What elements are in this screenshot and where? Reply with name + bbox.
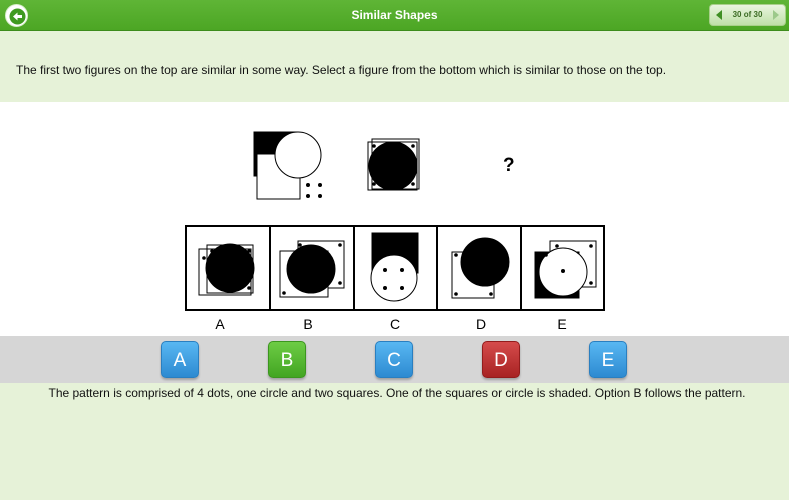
missing-figure-mark: ? <box>503 155 515 176</box>
answer-button-b[interactable]: B <box>268 341 306 378</box>
option-figure-d[interactable] <box>451 237 510 299</box>
option-figure-c[interactable] <box>370 232 419 302</box>
page-title: Similar Shapes <box>351 8 438 22</box>
option-label-e: E <box>557 316 566 332</box>
answer-button-a[interactable]: A <box>161 341 199 378</box>
question-panel: The first two figures on the top are sim… <box>0 32 789 102</box>
question-text: The first two figures on the top are sim… <box>16 63 667 77</box>
answer-bar: A B C D E <box>0 336 789 383</box>
option-figure-b[interactable] <box>279 240 345 298</box>
previous-question-button[interactable] <box>710 5 728 25</box>
top-figure-1 <box>253 131 322 200</box>
option-label-a: A <box>215 316 225 332</box>
option-label-d: D <box>476 316 486 332</box>
top-figure-2 <box>367 138 420 191</box>
puzzle-figures: ? A B C D E <box>185 131 605 332</box>
option-figure-a[interactable] <box>198 243 255 296</box>
option-label-b: B <box>303 316 312 332</box>
chevron-left-icon <box>716 10 722 20</box>
option-label-c: C <box>390 316 400 332</box>
answer-button-e[interactable]: E <box>589 341 627 378</box>
question-pager: 30 of 30 <box>709 4 786 26</box>
option-figure-e[interactable] <box>534 240 597 299</box>
puzzle-area: ? A B C D E <box>0 102 789 336</box>
answer-button-d[interactable]: D <box>482 341 520 378</box>
chevron-right-icon <box>773 10 779 20</box>
answer-button-c[interactable]: C <box>375 341 413 378</box>
question-counter: 30 of 30 <box>732 10 763 19</box>
header-bar: Similar Shapes 30 of 30 <box>0 0 789 31</box>
explanation-text: The pattern is comprised of 4 dots, one … <box>48 386 746 400</box>
next-question-button[interactable] <box>767 5 785 25</box>
